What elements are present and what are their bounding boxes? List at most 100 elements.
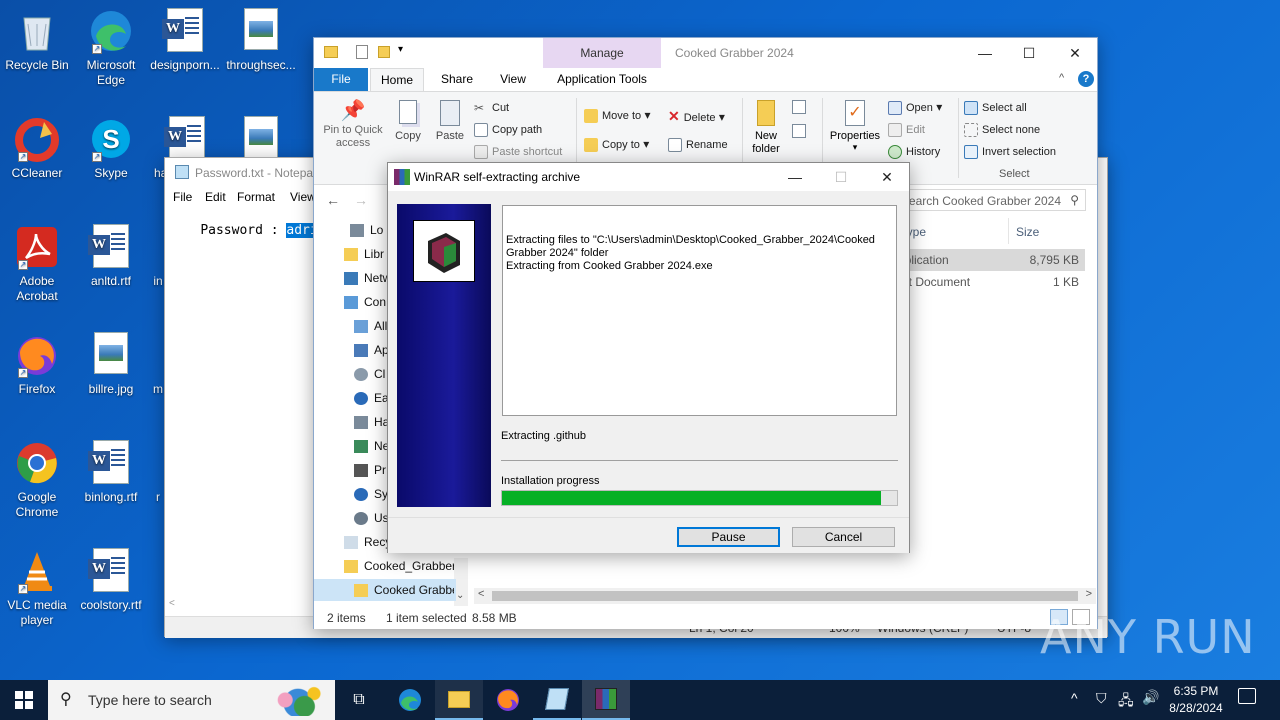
file-row-2[interactable]: Text Document 1 KB [890,271,1085,293]
nav-item-cooked-grabber-folder[interactable]: Cooked_Grabber [344,559,454,574]
tab-home[interactable]: Home [370,68,424,92]
taskbar-explorer[interactable] [435,680,483,720]
forward-arrow-icon[interactable]: → [354,192,368,208]
context-tab-manage[interactable]: Manage [543,38,661,68]
new-folder-button[interactable]: New folder [748,100,784,156]
desktop-icon-designporn[interactable]: W designporn... [148,8,222,73]
file-row-1[interactable]: Application 8,795 KB [890,249,1085,271]
minimize-button[interactable]: — [962,38,1008,68]
properties-button[interactable]: ✓ Properties ▾ [828,100,882,153]
clock[interactable]: 6:35 PM 8/28/2024 [1160,683,1232,717]
desktop-icon-ccleaner[interactable]: ↗ CCleaner [0,116,74,181]
nav-item-local[interactable]: Lo [350,223,383,238]
nav-item-ha[interactable]: Ha [354,415,389,430]
open-button[interactable]: Open ▾ [888,100,942,115]
winrar-close-button[interactable]: ✕ [864,163,910,191]
taskbar-edge[interactable] [386,680,434,720]
new-item-icon[interactable] [792,100,806,114]
nav-item-libraries[interactable]: Libr [344,247,384,262]
nav-item-all[interactable]: All [354,319,387,334]
desktop-icon-acrobat[interactable]: ↗ Adobe Acrobat [0,224,74,304]
desktop-icon-binlong[interactable]: W binlong.rtf [74,440,148,505]
nav-item-network[interactable]: Netw [344,271,391,286]
easy-access-icon[interactable] [792,124,806,138]
select-none-button[interactable]: Select none [964,122,1040,137]
history-button[interactable]: History [888,144,940,159]
newfolder-qat-icon[interactable] [378,46,390,58]
taskbar-search-box[interactable]: ⚲ Type here to search [48,680,335,720]
tab-file[interactable]: File [314,68,368,91]
edit-button[interactable]: Edit [888,122,925,137]
taskbar-firefox[interactable] [484,680,532,720]
paste-shortcut-button[interactable]: Paste shortcut [474,144,562,159]
search-box[interactable]: Search Cooked Grabber 2024 ⚲ [902,189,1086,211]
nav-item-ea[interactable]: Ea [354,391,389,406]
ribbon-collapse-icon[interactable]: ^ [1059,72,1064,84]
nav-item-cl[interactable]: Cl [354,367,385,382]
cut-button[interactable]: ✂ Cut [474,100,509,115]
desktop-icon-vlc[interactable]: ↗ VLC media player [0,548,74,628]
rename-button[interactable]: Rename [668,137,728,152]
properties-qat-icon[interactable] [356,45,368,59]
explorer-titlebar[interactable]: ▾ Manage Cooked Grabber 2024 — ☐ ✕ [314,38,1097,68]
select-all-button[interactable]: Select all [964,100,1027,115]
column-header-size[interactable]: Size [1016,225,1039,239]
task-view-button[interactable]: ⧉ [335,680,383,720]
desktop-icon-edge[interactable]: ↗ Microsoft Edge [74,8,148,88]
scroll-left-icon[interactable]: < [478,588,484,600]
desktop-icon-recycle-bin[interactable]: Recycle Bin [0,8,74,73]
scroll-thumb[interactable] [492,591,1078,601]
menu-view[interactable]: View [290,190,316,204]
scroll-right-icon[interactable]: > [1086,588,1092,600]
nav-item-control-panel[interactable]: Con [344,295,386,310]
pin-quick-access-button[interactable]: 📌 Pin to Quick access [318,98,388,150]
nav-item-recycle[interactable]: Recy [344,535,391,550]
desktop-icon-billre[interactable]: billre.jpg [74,332,148,397]
copy-path-button[interactable]: Copy path [474,122,542,137]
tab-share[interactable]: Share [432,68,482,91]
desktop-icon-throughsec[interactable]: throughsec... [224,8,298,73]
menu-format[interactable]: Format [237,190,275,204]
pause-button[interactable]: Pause [677,527,780,547]
nav-item-cooked-grabber-2024[interactable]: Cooked Grabbe [354,583,454,598]
network-icon[interactable]: 🖧 [1118,690,1134,714]
start-button[interactable] [0,680,48,720]
taskbar-notepad[interactable] [533,680,581,720]
desktop-icon-chrome[interactable]: Google Chrome [0,440,74,520]
menu-file[interactable]: File [173,190,192,204]
qat-dropdown-icon[interactable]: ▾ [398,44,403,55]
notepad-hscroll[interactable]: < [165,598,315,612]
copy-to-button[interactable]: Copy to ▾ [584,137,649,152]
tray-shield-icon[interactable]: ⛉ [1096,690,1107,707]
extraction-log[interactable]: Extracting files to "C:\Users\admin\Desk… [502,205,897,416]
desktop-icon-firefox[interactable]: ↗ Firefox [0,332,74,397]
winrar-dialog[interactable]: WinRAR self-extracting archive — ☐ ✕ Ext… [387,162,910,553]
back-arrow-icon[interactable]: ← [326,192,340,208]
invert-selection-button[interactable]: Invert selection [964,144,1056,159]
move-to-button[interactable]: Move to ▾ [584,108,651,123]
desktop-icon-skype[interactable]: S ↗ Skype [74,116,148,181]
nav-item-ap[interactable]: Ap [354,343,389,358]
desktop-icon-coolstory[interactable]: W coolstory.rtf [74,548,148,613]
close-button[interactable]: ✕ [1052,38,1098,68]
paste-button[interactable]: Paste [432,98,468,142]
nav-item-us[interactable]: Us [354,511,389,526]
help-icon[interactable]: ? [1078,71,1094,87]
desktop-icon-anltd[interactable]: W anltd.rtf [74,224,148,289]
cancel-button[interactable]: Cancel [792,527,895,547]
tab-application-tools[interactable]: Application Tools [543,68,661,91]
copy-button[interactable]: Copy [392,98,424,142]
maximize-button[interactable]: ☐ [1006,38,1052,68]
nav-item-pr[interactable]: Pr [354,463,386,478]
notifications-icon[interactable] [1238,688,1256,704]
tray-chevron-icon[interactable]: ^ [1071,690,1078,706]
volume-icon[interactable]: 🔊 [1142,689,1159,706]
nav-item-ne[interactable]: Ne [354,439,389,454]
nav-item-sy[interactable]: Sy [354,487,388,502]
taskbar-winrar[interactable] [582,680,630,720]
delete-button[interactable]: ✕ Delete ▾ [668,108,725,125]
nav-scroll-down-icon[interactable]: ⌄ [456,590,464,601]
winrar-minimize-button[interactable]: — [772,163,818,191]
winrar-titlebar[interactable]: WinRAR self-extracting archive — ☐ ✕ [388,163,909,191]
tab-view[interactable]: View [488,68,538,91]
